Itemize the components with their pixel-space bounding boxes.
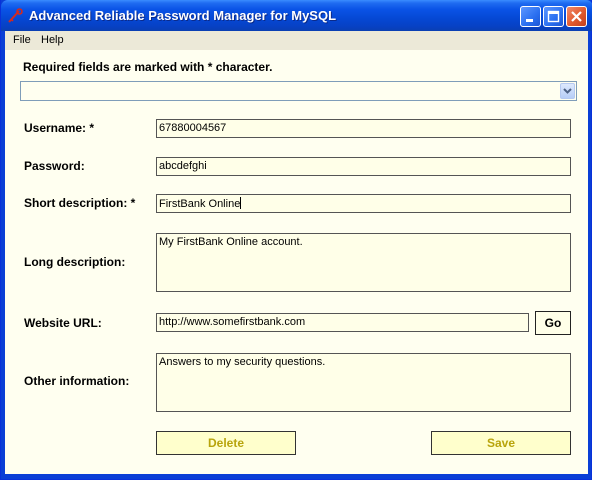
short-description-field[interactable]: FirstBank Online <box>156 194 571 213</box>
website-url-label: Website URL: <box>24 316 102 330</box>
client-area: File Help Required fields are marked wit… <box>5 31 588 474</box>
app-window: Advanced Reliable Password Manager for M… <box>0 0 592 480</box>
record-select[interactable] <box>20 81 577 101</box>
window-title: Advanced Reliable Password Manager for M… <box>29 8 337 23</box>
password-label: Password: <box>24 159 85 173</box>
menu-help[interactable]: Help <box>41 34 64 46</box>
record-select-dropdown[interactable] <box>560 83 575 99</box>
long-description-field[interactable]: My FirstBank Online account. <box>156 233 571 292</box>
title-bar[interactable]: Advanced Reliable Password Manager for M… <box>1 0 592 31</box>
other-information-label: Other information: <box>24 374 130 388</box>
record-form: Required fields are marked with * charac… <box>5 50 588 474</box>
delete-button[interactable]: Delete <box>156 431 296 455</box>
maximize-button[interactable] <box>543 6 564 27</box>
other-information-field[interactable]: Answers to my security questions. <box>156 353 571 412</box>
required-note: Required fields are marked with * charac… <box>23 60 273 74</box>
username-field[interactable]: 67880004567 <box>156 119 571 138</box>
username-label: Username: * <box>24 121 95 135</box>
minimize-button[interactable] <box>520 6 541 27</box>
menu-bar: File Help <box>5 31 588 50</box>
go-button[interactable]: Go <box>535 311 571 335</box>
save-button[interactable]: Save <box>431 431 571 455</box>
minimize-icon <box>526 19 533 22</box>
chevron-down-icon <box>563 88 572 94</box>
long-description-label: Long description: <box>24 255 126 269</box>
app-key-icon <box>8 8 23 23</box>
short-description-value: FirstBank Online <box>159 198 241 210</box>
text-caret <box>240 197 242 209</box>
short-description-label: Short description: * <box>24 196 136 210</box>
password-field[interactable]: abcdefghi <box>156 157 571 176</box>
website-url-field[interactable]: http://www.somefirstbank.com <box>156 313 529 332</box>
close-button[interactable] <box>566 6 587 27</box>
close-icon <box>571 11 582 22</box>
menu-file[interactable]: File <box>13 34 31 46</box>
maximize-icon <box>547 10 560 23</box>
